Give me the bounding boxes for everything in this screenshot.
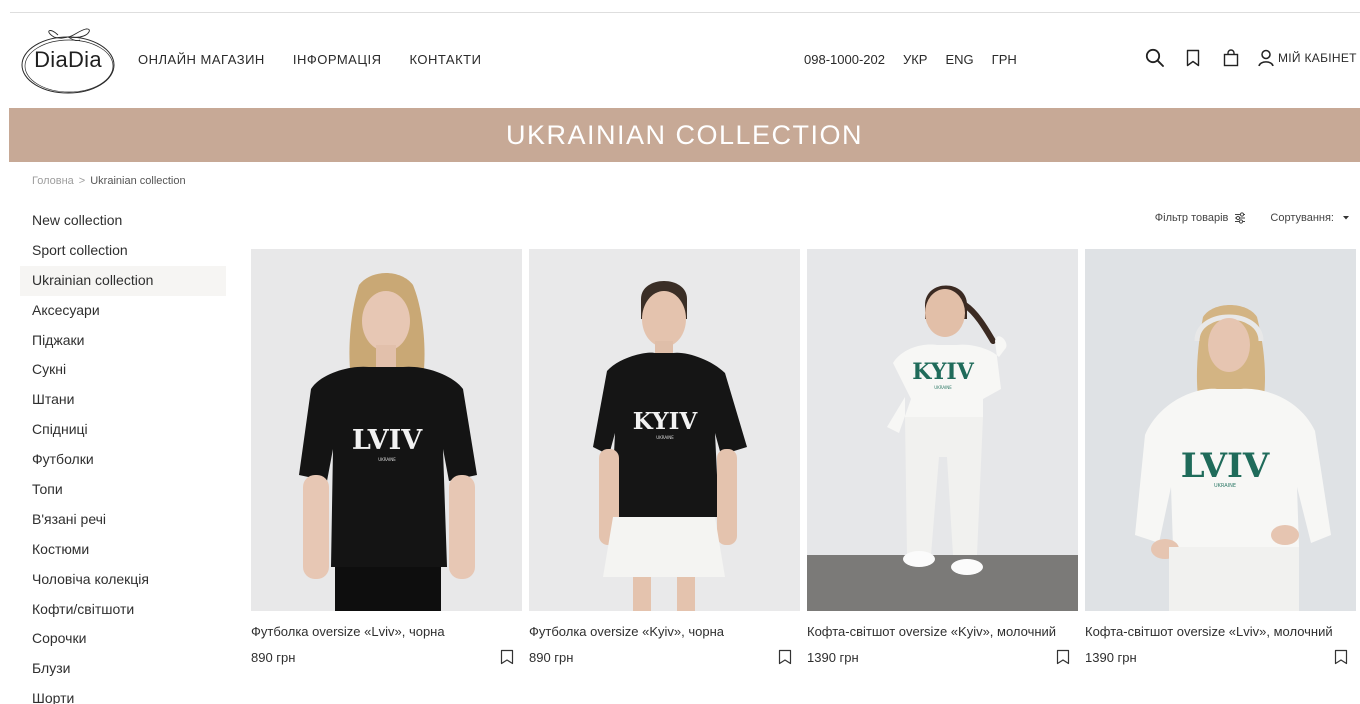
breadcrumb-current: Ukrainian collection <box>90 175 186 187</box>
breadcrumb: Головна > Ukrainian collection <box>32 175 186 187</box>
sidebar-item-suits[interactable]: Костюми <box>20 535 226 565</box>
product-price: 1390 грн <box>807 649 859 665</box>
product-grid: LVIV UKRAINE Футболка oversize «Lviv», ч… <box>251 249 1356 666</box>
bookmark-icon[interactable] <box>778 649 792 665</box>
bookmark-icon[interactable] <box>1056 649 1070 665</box>
sidebar-item-trousers[interactable]: Штани <box>20 385 226 415</box>
sidebar-item-knitwear[interactable]: В'язані речі <box>20 505 226 535</box>
contact-bar: 098-1000-202 УКР ENG ГРН <box>804 52 1017 67</box>
print-subtext: UKRAINE <box>934 385 952 390</box>
category-sidebar: New collection Sport collection Ukrainia… <box>20 206 226 704</box>
product-name[interactable]: Футболка oversize «Lviv», чорна <box>251 624 522 639</box>
print-subtext: UKRAINE <box>378 457 396 462</box>
sidebar-item-jackets[interactable]: Піджаки <box>20 326 226 356</box>
search-icon[interactable] <box>1144 47 1166 69</box>
product-name[interactable]: Кофта-світшот oversize «Lviv», молочний <box>1085 624 1356 639</box>
product-price: 890 грн <box>251 649 296 665</box>
print-text: LVIV <box>1181 446 1270 486</box>
filter-button[interactable]: Фільтр товарів <box>1155 212 1247 224</box>
sidebar-item-blouses[interactable]: Блузи <box>20 654 226 684</box>
filter-icon <box>1235 212 1246 224</box>
product-meta: 1390 грн <box>807 648 1078 666</box>
sidebar-item-shorts[interactable]: Шорти <box>20 684 226 704</box>
product-card: KYIV UKRAINE Футболка oversize «Kyiv», ч… <box>529 249 800 666</box>
product-price: 1390 грн <box>1085 649 1137 665</box>
print-text: KYIV <box>633 408 699 435</box>
breadcrumb-home[interactable]: Головна <box>32 175 74 187</box>
sidebar-item-accessories[interactable]: Аксесуари <box>20 296 226 326</box>
lang-eng[interactable]: ENG <box>945 52 973 67</box>
sort-label: Сортування: <box>1270 212 1334 224</box>
sidebar-item-sweatshirts[interactable]: Кофти/світшоти <box>20 595 226 625</box>
print-text: LVIV <box>352 425 423 456</box>
print-subtext: UKRAINE <box>656 435 674 440</box>
page-title: UKRAINIAN COLLECTION <box>505 119 864 150</box>
breadcrumb-separator: > <box>78 175 86 187</box>
product-name[interactable]: Футболка oversize «Kyiv», чорна <box>529 624 800 639</box>
lang-ukr[interactable]: УКР <box>903 52 928 67</box>
caret-down-icon <box>1343 216 1349 220</box>
user-icon <box>1258 49 1274 67</box>
nav-online-shop[interactable]: ОНЛАЙН МАГАЗИН <box>138 52 265 67</box>
product-image[interactable]: KYIV UKRAINE <box>807 249 1078 611</box>
product-meta: 890 грн <box>251 648 522 666</box>
product-image[interactable]: KYIV UKRAINE <box>529 249 800 611</box>
bookmark-icon[interactable] <box>1334 649 1348 665</box>
sidebar-item-menswear[interactable]: Чоловіча колекція <box>20 565 226 595</box>
product-price: 890 грн <box>529 649 574 665</box>
bookmark-icon[interactable] <box>1182 47 1204 69</box>
listing-toolbar: Фільтр товарів Сортування: <box>1155 212 1352 224</box>
nav-contacts[interactable]: КОНТАКТИ <box>409 52 481 67</box>
account-label: МІЙ КАБІНЕТ <box>1278 51 1357 65</box>
sidebar-item-ukrainian-collection[interactable]: Ukrainian collection <box>20 265 226 296</box>
account-link[interactable]: МІЙ КАБІНЕТ <box>1258 49 1357 67</box>
sidebar-item-skirts[interactable]: Спідниці <box>20 415 226 445</box>
product-meta: 1390 грн <box>1085 648 1356 666</box>
product-image[interactable]: LVIV UKRAINE <box>1085 249 1356 611</box>
sidebar-item-dresses[interactable]: Сукні <box>20 355 226 385</box>
product-image[interactable]: LVIV UKRAINE <box>251 249 522 611</box>
sort-dropdown[interactable]: Сортування: <box>1270 212 1352 224</box>
sidebar-item-tops[interactable]: Топи <box>20 475 226 505</box>
filter-label: Фільтр товарів <box>1154 212 1229 224</box>
sidebar-item-t-shirts[interactable]: Футболки <box>20 445 226 475</box>
currency-switch[interactable]: ГРН <box>992 52 1017 67</box>
logo-text: DiaDia <box>34 47 102 72</box>
shopping-bag-icon[interactable] <box>1220 47 1242 69</box>
collection-banner: UKRAINIAN COLLECTION <box>9 108 1360 162</box>
nav-information[interactable]: ІНФОРМАЦІЯ <box>293 52 382 67</box>
product-name[interactable]: Кофта-світшот oversize «Kyiv», молочний <box>807 624 1078 639</box>
print-text: KYIV <box>912 359 975 385</box>
product-card: KYIV UKRAINE Кофта-світшот oversize «Kyi… <box>807 249 1078 666</box>
sidebar-item-sport-collection[interactable]: Sport collection <box>20 236 226 266</box>
bookmark-icon[interactable] <box>500 649 514 665</box>
site-logo[interactable]: DiaDia <box>20 25 116 94</box>
phone-link[interactable]: 098-1000-202 <box>804 52 885 67</box>
sidebar-item-shirts[interactable]: Сорочки <box>20 624 226 654</box>
product-card: LVIV UKRAINE Футболка oversize «Lviv», ч… <box>251 249 522 666</box>
sidebar-item-new-collection[interactable]: New collection <box>20 206 226 236</box>
header-actions: МІЙ КАБІНЕТ <box>1144 47 1357 69</box>
print-subtext: UKRAINE <box>1214 483 1236 489</box>
product-meta: 890 грн <box>529 648 800 666</box>
product-card: LVIV UKRAINE Кофта-світшот oversize «Lvi… <box>1085 249 1356 666</box>
main-nav: ОНЛАЙН МАГАЗИН ІНФОРМАЦІЯ КОНТАКТИ <box>138 52 481 67</box>
site-header: DiaDia ОНЛАЙН МАГАЗИН ІНФОРМАЦІЯ КОНТАКТ… <box>0 13 1360 108</box>
